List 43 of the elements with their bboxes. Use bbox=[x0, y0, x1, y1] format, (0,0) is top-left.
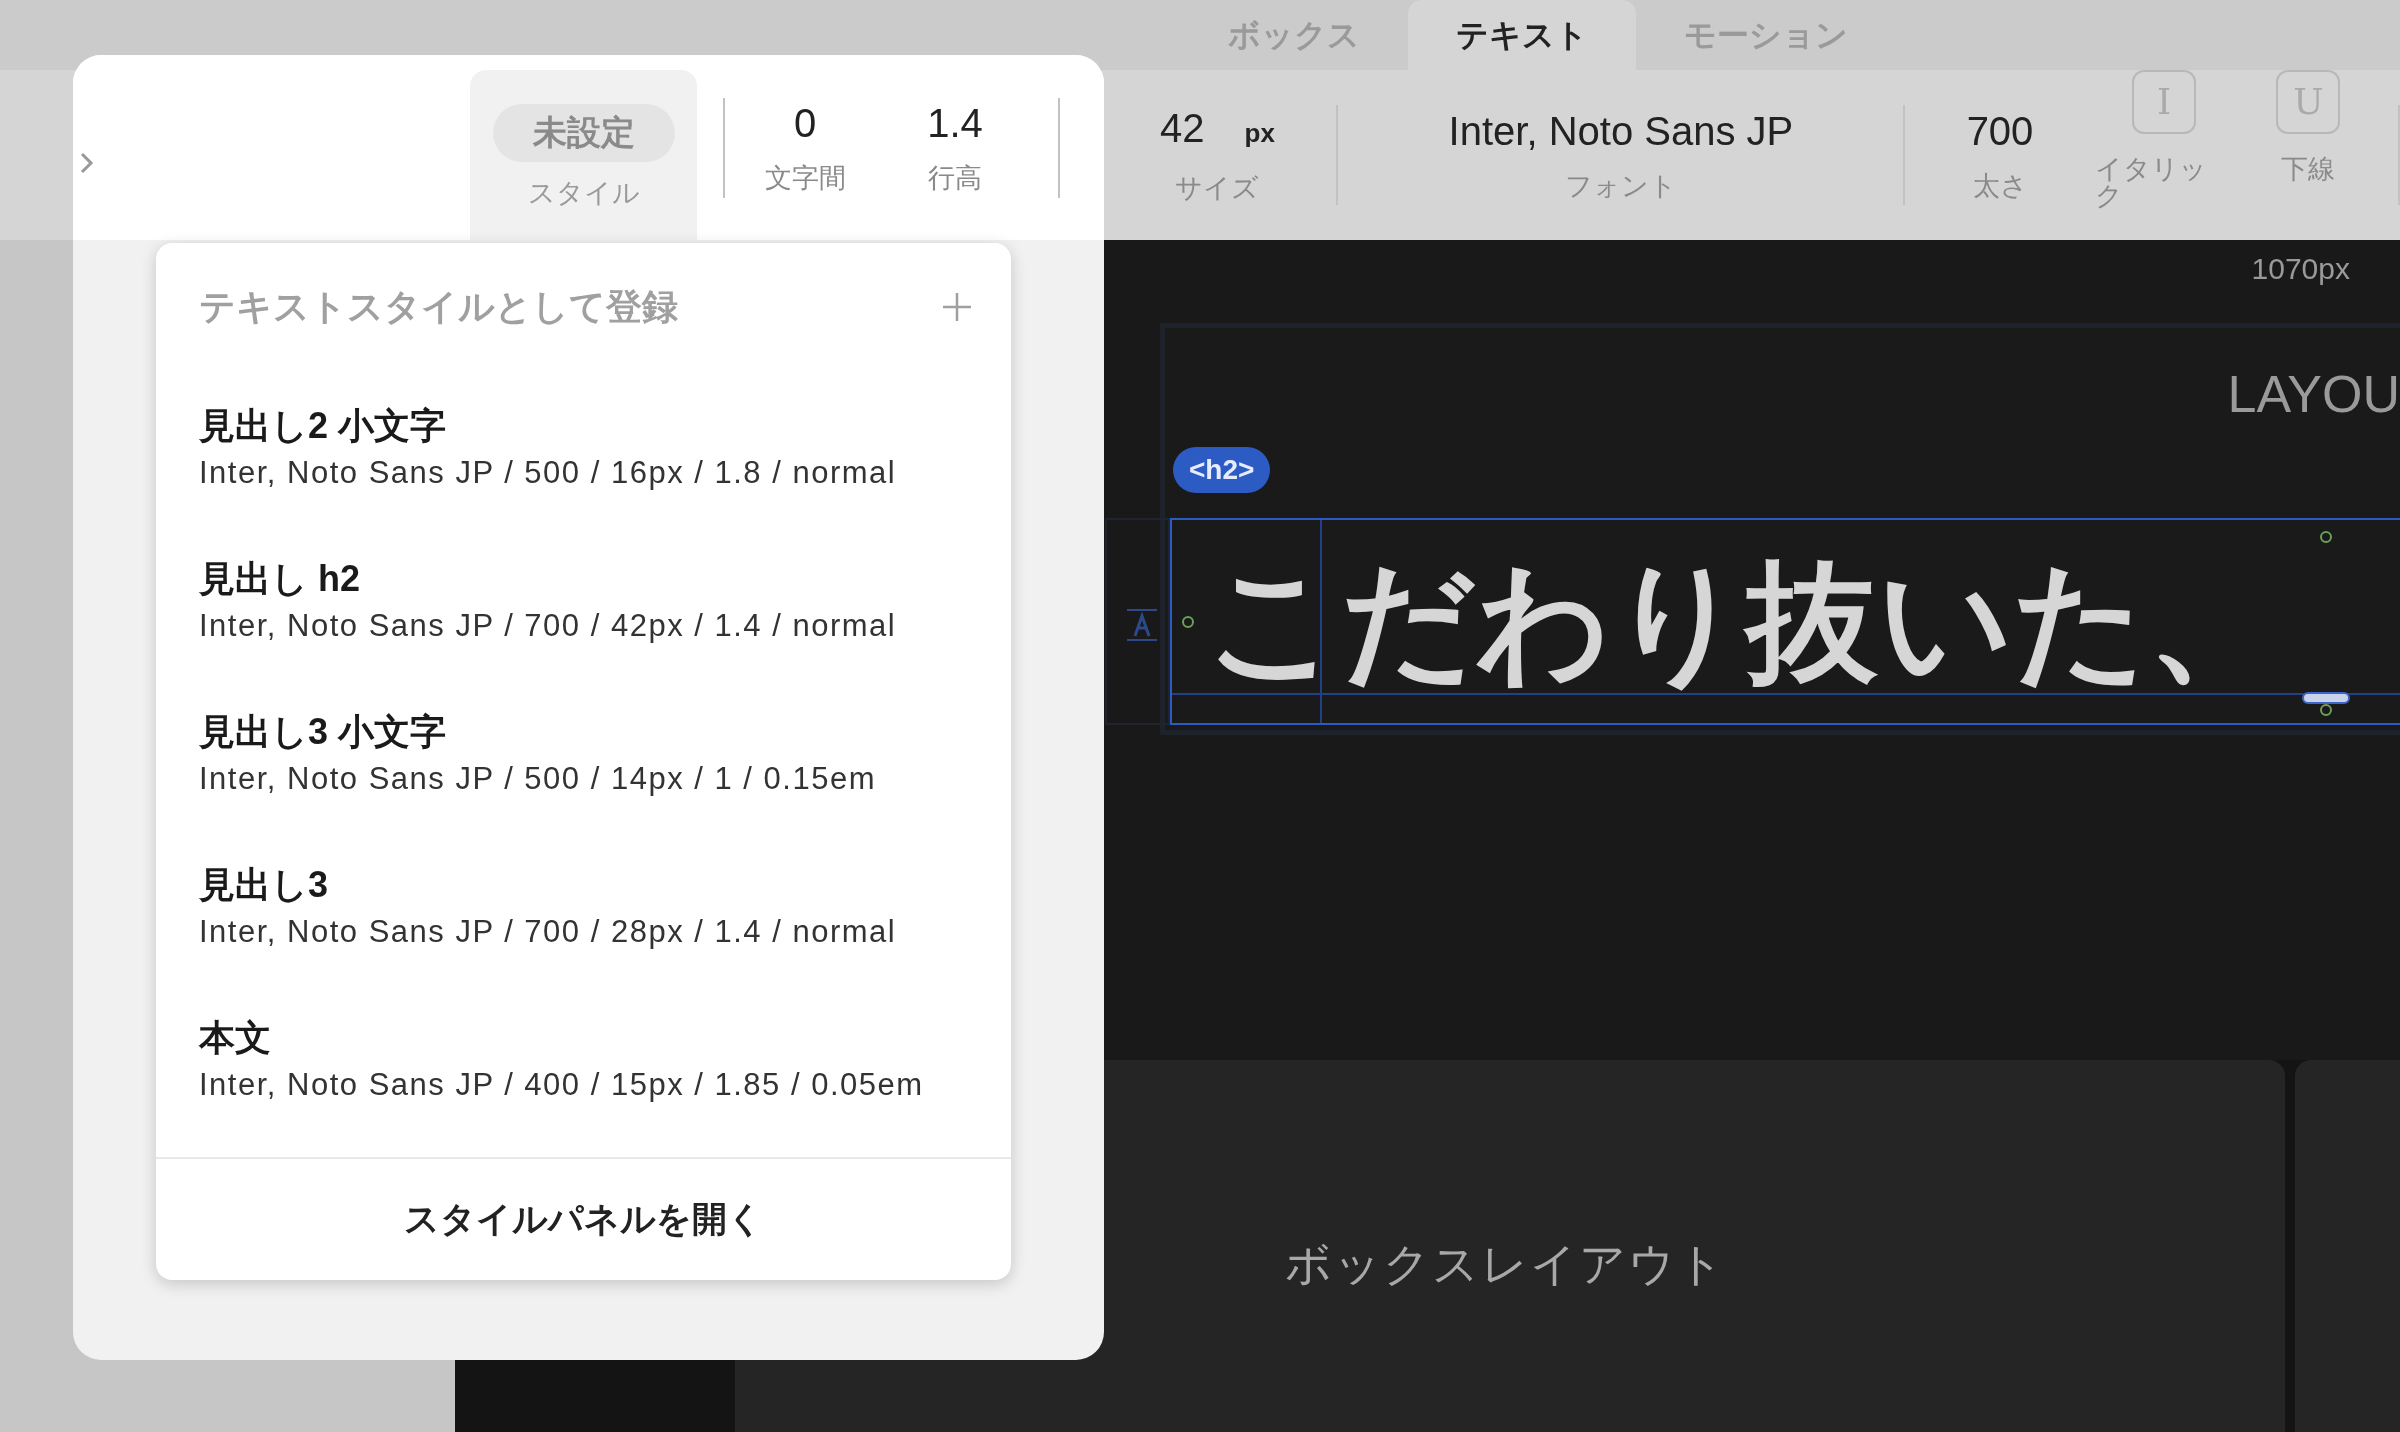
value-field[interactable]: 42 bbox=[1160, 108, 1205, 148]
field-label: 下線 bbox=[2281, 156, 2336, 183]
resize-handle[interactable] bbox=[2301, 690, 2351, 716]
open-style-panel-button[interactable]: スタイルパネルを開く bbox=[156, 1158, 1011, 1280]
style-name: 見出し3 小文字 bbox=[199, 710, 448, 755]
section-label: ボックスレイアウト bbox=[1285, 1237, 1726, 1292]
width-label: 1070px bbox=[2251, 251, 2350, 287]
plus-icon[interactable] bbox=[941, 291, 973, 324]
style-spec: Inter, Noto Sans JP / 500 / 16px / 1.8 / normal bbox=[199, 454, 898, 493]
style-name: 見出し h2 bbox=[199, 557, 361, 602]
value-field[interactable]: Inter, Noto Sans JP bbox=[1448, 110, 1794, 151]
style-name: 見出し2 小文字 bbox=[199, 404, 448, 449]
style-item[interactable]: 本文 Inter, Noto Sans JP / 400 / 15px / 1.85 / 0.05em bbox=[156, 983, 1011, 1137]
field-label: 文字間 bbox=[764, 165, 846, 192]
selection-box[interactable]: こだわり抜いた、 bbox=[1170, 518, 2400, 725]
value-field[interactable]: 1.4 bbox=[927, 103, 983, 143]
baseline-icon bbox=[1127, 608, 1157, 642]
style-item[interactable]: 見出し3 Inter, Noto Sans JP / 700 / 28px / 1.4 / normal bbox=[156, 830, 1011, 984]
field-label: 行高 bbox=[928, 165, 982, 192]
field-label: サイズ bbox=[1175, 175, 1260, 202]
handle-dot[interactable] bbox=[2319, 530, 2333, 544]
chevron-right-icon[interactable] bbox=[79, 150, 95, 175]
field-label: 太さ bbox=[1972, 172, 2028, 200]
tab[interactable]: テキスト bbox=[1408, 0, 1636, 70]
style-name: 本文 bbox=[199, 1016, 272, 1061]
style-spec: Inter, Noto Sans JP / 700 / 42px / 1.4 / normal bbox=[199, 607, 898, 646]
menu-header: テキストスタイルとして登録 bbox=[199, 285, 678, 330]
style-name: 見出し3 bbox=[199, 863, 330, 908]
value-field[interactable]: 700 bbox=[1966, 110, 2034, 151]
value-field[interactable]: 0 bbox=[793, 103, 817, 143]
style-spec: Inter, Noto Sans JP / 400 / 15px / 1.85 / 0.05em bbox=[199, 1066, 925, 1105]
unit-label: px bbox=[1244, 117, 1275, 150]
eyebrow-text: LAYOU bbox=[2227, 364, 2400, 425]
handle-dot[interactable] bbox=[1181, 615, 1195, 629]
style-item[interactable]: 見出し3 小文字 Inter, Noto Sans JP / 500 / 14px / 1 / 0.15em bbox=[156, 677, 1011, 831]
field-label: スタイル bbox=[527, 179, 640, 207]
field-label: フォント bbox=[1564, 172, 1677, 200]
tag-badge: <h2> bbox=[1173, 447, 1271, 493]
style-item[interactable]: 見出し h2 Inter, Noto Sans JP / 700 / 42px / 1.4 / normal bbox=[156, 524, 1011, 678]
style-spec: Inter, Noto Sans JP / 500 / 14px / 1 / 0.15em bbox=[199, 760, 877, 799]
style-item[interactable]: 見出し2 小文字 Inter, Noto Sans JP / 500 / 16px / 1.8 / normal bbox=[156, 371, 1011, 525]
field-label: イタリック bbox=[2094, 156, 2208, 210]
style-spec: Inter, Noto Sans JP / 700 / 28px / 1.4 / normal bbox=[199, 913, 898, 952]
